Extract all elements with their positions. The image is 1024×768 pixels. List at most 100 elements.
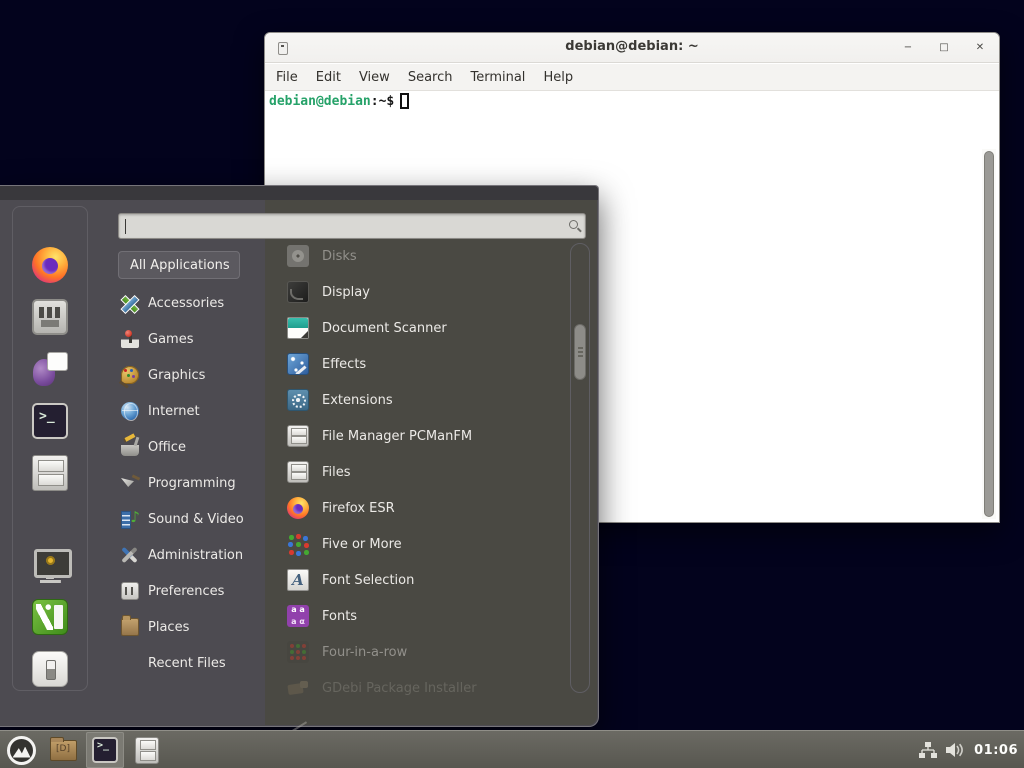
app-firefox-esr[interactable]: Firefox ESR — [272, 490, 568, 526]
search-input[interactable] — [118, 213, 586, 239]
network-icon[interactable] — [919, 742, 937, 759]
taskbar: 01:06 — [0, 730, 1024, 768]
app-label: Document Scanner — [322, 321, 447, 336]
effects-icon — [287, 353, 309, 375]
categories-column: All Applications Accessories Games Graphic… — [118, 251, 268, 681]
app-fonts[interactable]: Fonts — [272, 598, 568, 634]
terminal-menu-edit[interactable]: Edit — [307, 66, 350, 89]
close-button[interactable]: ✕ — [973, 41, 987, 55]
category-sound-video[interactable]: Sound & Video — [118, 501, 268, 537]
app-label: Files — [322, 465, 351, 480]
favorite-terminal[interactable] — [30, 403, 70, 439]
terminal-titlebar[interactable]: debian@debian: ~ −□✕ — [265, 33, 999, 63]
maximize-button[interactable]: □ — [937, 41, 951, 55]
menu-scrollbar-thumb[interactable] — [574, 324, 586, 380]
document-scanner-icon — [287, 317, 309, 339]
category-list: AccessoriesGamesGraphicsInternetOfficePr… — [118, 285, 268, 681]
app-document-scanner[interactable]: Document Scanner — [272, 310, 568, 346]
shutdown-button[interactable] — [30, 651, 70, 687]
logout-icon — [32, 599, 68, 635]
application-list: Disks Display Document Scanner Effects Exten… — [272, 238, 568, 706]
category-places[interactable]: Places — [118, 609, 268, 645]
terminal-menu-view[interactable]: View — [350, 66, 399, 89]
category-internet[interactable]: Internet — [118, 393, 268, 429]
category-label: Sound & Video — [148, 512, 244, 527]
category-administration[interactable]: Administration — [118, 537, 268, 573]
app-five-or-more[interactable]: Five or More — [272, 526, 568, 562]
distro-logo-icon — [7, 736, 36, 765]
category-label: Preferences — [148, 584, 224, 599]
disks-icon — [287, 245, 309, 267]
category-preferences[interactable]: Preferences — [118, 573, 268, 609]
accessories-icon — [121, 294, 139, 312]
category-games[interactable]: Games — [118, 321, 268, 357]
search-caret — [125, 219, 126, 234]
prompt-suffix: :~$ — [371, 94, 394, 109]
menu-top-strip — [0, 186, 598, 200]
font-selection-icon — [287, 569, 309, 591]
all-applications-button[interactable]: All Applications — [118, 251, 240, 279]
programming-icon — [121, 474, 139, 492]
app-disks[interactable]: Disks — [272, 238, 568, 274]
favorite-firefox[interactable] — [30, 247, 70, 283]
category-office[interactable]: Office — [118, 429, 268, 465]
file-manager-launcher[interactable] — [44, 732, 82, 768]
favorite-packages[interactable] — [30, 299, 70, 335]
app-extensions[interactable]: Extensions — [272, 382, 568, 418]
app-label: Disks — [322, 249, 357, 264]
system-tray: 01:06 — [919, 731, 1018, 768]
app-effects[interactable]: Effects — [272, 346, 568, 382]
terminal-task-button[interactable] — [86, 732, 124, 768]
file-cabinet-icon — [32, 455, 68, 491]
fonts-icon — [287, 605, 309, 627]
menu-scrollbar[interactable] — [570, 243, 590, 693]
lock-screen-button[interactable] — [30, 547, 70, 583]
terminal-scrollbar[interactable] — [982, 149, 996, 519]
desktop: { "desktop": { "watermark": "debian" }, … — [0, 0, 1024, 768]
terminal-menu-help[interactable]: Help — [534, 66, 582, 89]
firefox-icon — [287, 497, 309, 519]
files-icon — [287, 461, 309, 483]
session-column — [13, 547, 87, 687]
office-icon — [121, 438, 139, 456]
favorite-pidgin[interactable] — [30, 351, 70, 387]
terminal-scrollbar-thumb[interactable] — [984, 151, 994, 517]
internet-icon — [121, 402, 139, 420]
category-graphics[interactable]: Graphics — [118, 357, 268, 393]
graphics-icon — [121, 366, 139, 384]
app-file-manager-pcmanfm[interactable]: File Manager PCManFM — [272, 418, 568, 454]
files-launcher[interactable] — [128, 732, 166, 768]
terminal-menu-terminal[interactable]: Terminal — [461, 66, 534, 89]
category-accessories[interactable]: Accessories — [118, 285, 268, 321]
category-label: Recent Files — [148, 656, 226, 671]
app-label: Five or More — [322, 537, 402, 552]
category-label: Internet — [148, 404, 200, 419]
app-label: Effects — [322, 357, 366, 372]
app-label: Four-in-a-row — [322, 645, 407, 660]
app-display[interactable]: Display — [272, 274, 568, 310]
display-icon — [287, 281, 309, 303]
firefox-icon — [32, 247, 68, 283]
logout-button[interactable] — [30, 599, 70, 635]
app-label: Extensions — [322, 393, 393, 408]
favorite-file-cabinet[interactable] — [30, 455, 70, 491]
four-in-a-row-icon — [287, 641, 309, 663]
clock[interactable]: 01:06 — [974, 743, 1018, 758]
terminal-menu-file[interactable]: File — [267, 66, 307, 89]
app-four-in-a-row[interactable]: Four-in-a-row — [272, 634, 568, 670]
app-label: Display — [322, 285, 370, 300]
category-programming[interactable]: Programming — [118, 465, 268, 501]
minimize-button[interactable]: − — [901, 41, 915, 55]
terminal-menu-search[interactable]: Search — [399, 66, 462, 89]
volume-icon[interactable] — [946, 742, 965, 758]
menu-button[interactable] — [2, 732, 40, 768]
category-recent-files[interactable]: Recent Files — [118, 645, 268, 681]
category-label: Games — [148, 332, 193, 347]
app-gdebi-package-installer[interactable]: GDebi Package Installer — [272, 670, 568, 706]
app-font-selection[interactable]: Font Selection — [272, 562, 568, 598]
app-files[interactable]: Files — [272, 454, 568, 490]
gdebi-icon — [287, 677, 309, 699]
category-label: Accessories — [148, 296, 224, 311]
games-icon — [121, 330, 139, 348]
packages-icon — [32, 299, 68, 335]
